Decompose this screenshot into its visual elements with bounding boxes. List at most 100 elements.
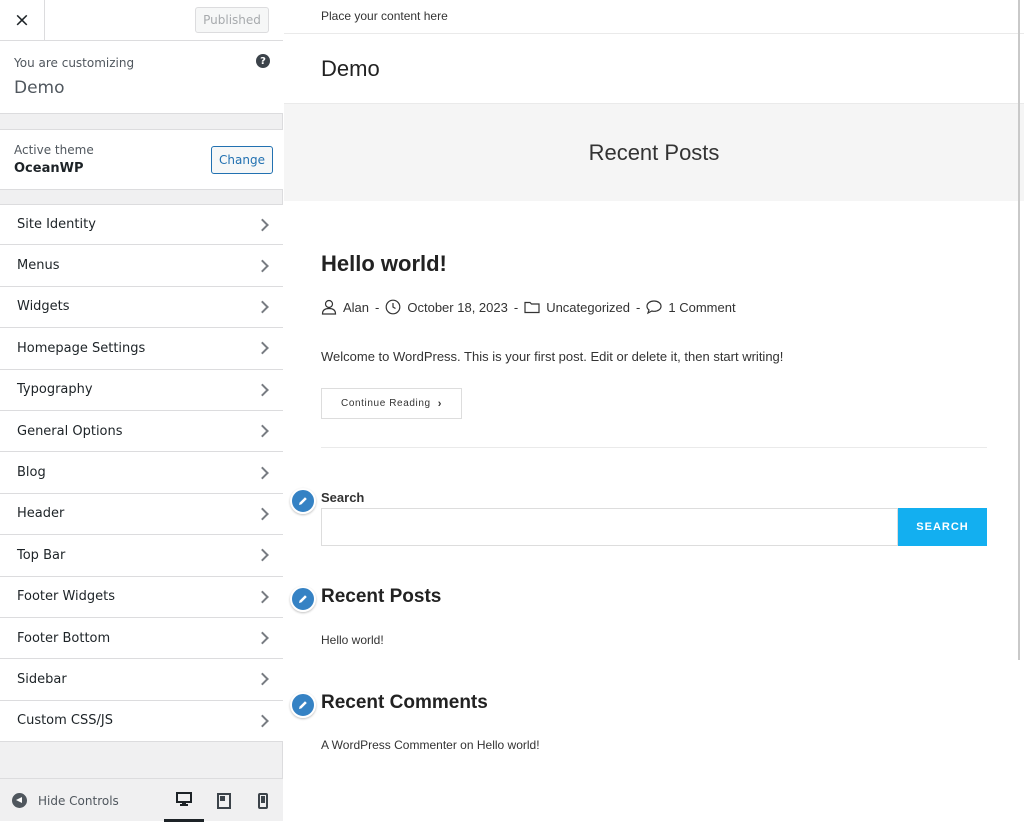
recent-comment-item: A WordPress Commenter on Hello world! bbox=[321, 738, 540, 752]
panel-label: Footer Widgets bbox=[17, 589, 116, 605]
panel-top-bar[interactable]: Top Bar bbox=[0, 535, 283, 577]
pencil-icon bbox=[299, 595, 307, 603]
panel-label: Header bbox=[17, 506, 65, 522]
customizer-sidebar: × Published You are customizing Demo ? A… bbox=[0, 0, 283, 822]
recent-comments-widget-title: Recent Comments bbox=[321, 692, 488, 713]
continue-reading-button[interactable]: Continue Reading › bbox=[321, 388, 462, 419]
edit-widget-search-shortcut[interactable] bbox=[290, 488, 316, 514]
tablet-icon bbox=[217, 792, 231, 809]
post-date: October 18, 2023 bbox=[407, 299, 508, 315]
panel-custom-css-js[interactable]: Custom CSS/JS bbox=[0, 700, 283, 743]
customizer-info: You are customizing Demo ? bbox=[0, 41, 283, 114]
edit-widget-recent-comments-shortcut[interactable] bbox=[290, 692, 316, 718]
recent-post-link[interactable]: Hello world! bbox=[321, 633, 384, 647]
panel-footer-bottom[interactable]: Footer Bottom bbox=[0, 617, 283, 660]
preview-desktop-button[interactable] bbox=[164, 779, 204, 822]
hide-controls-label: Hide Controls bbox=[38, 793, 119, 808]
content-divider bbox=[321, 447, 987, 448]
post-meta: Alan - October 18, 2023 - Uncategorized … bbox=[321, 299, 736, 315]
pencil-icon bbox=[299, 701, 307, 709]
edit-widget-recent-posts-shortcut[interactable] bbox=[290, 586, 316, 612]
chevron-right-icon bbox=[256, 714, 269, 728]
post-excerpt: Welcome to WordPress. This is your first… bbox=[321, 349, 784, 364]
close-button[interactable]: × bbox=[0, 0, 45, 40]
chevron-right-icon bbox=[256, 631, 269, 645]
active-theme-section: Active theme OceanWP Change bbox=[0, 129, 283, 190]
publish-button[interactable]: Published bbox=[195, 7, 269, 33]
panel-footer-widgets[interactable]: Footer Widgets bbox=[0, 576, 283, 618]
panel-blog[interactable]: Blog bbox=[0, 452, 283, 494]
chevron-right-icon bbox=[256, 507, 269, 521]
collapse-arrow-icon bbox=[12, 793, 27, 808]
customizing-label: You are customizing bbox=[14, 56, 135, 70]
chevron-right-icon bbox=[256, 218, 269, 232]
panel-widgets[interactable]: Widgets bbox=[0, 286, 283, 329]
user-icon bbox=[321, 299, 337, 315]
page-title: Recent Posts bbox=[588, 140, 720, 165]
panel-menus[interactable]: Menus bbox=[0, 245, 283, 287]
panel-label: Menus bbox=[17, 258, 60, 274]
comment-icon bbox=[646, 300, 662, 315]
site-name: Demo bbox=[14, 78, 65, 98]
theme-name: OceanWP bbox=[14, 161, 84, 176]
post-category-link[interactable]: Uncategorized bbox=[546, 300, 630, 315]
panel-label: Top Bar bbox=[17, 547, 66, 563]
comment-on-text: on bbox=[460, 738, 474, 752]
panel-label: Typography bbox=[17, 382, 93, 398]
page-title-bar: Recent Posts bbox=[284, 104, 1024, 201]
chevron-right-icon bbox=[256, 259, 269, 272]
pencil-icon bbox=[299, 497, 307, 505]
post-comments-link[interactable]: 1 Comment bbox=[668, 300, 735, 315]
preview-tablet-button[interactable] bbox=[204, 779, 244, 822]
clock-icon bbox=[385, 299, 401, 315]
panel-site-identity[interactable]: Site Identity bbox=[0, 204, 283, 246]
preview-header: Demo bbox=[284, 34, 1024, 104]
chevron-right-icon bbox=[256, 466, 269, 479]
panel-list: Site Identity Menus Widgets Homepage Set… bbox=[0, 204, 283, 743]
chevron-right-icon bbox=[256, 341, 269, 355]
preview-top-bar: Place your content here bbox=[284, 0, 1024, 34]
panel-label: Footer Bottom bbox=[17, 630, 111, 646]
panel-header[interactable]: Header bbox=[0, 493, 283, 536]
chevron-right-icon: › bbox=[437, 397, 442, 410]
chevron-right-icon bbox=[256, 424, 269, 438]
continue-reading-label: Continue Reading bbox=[341, 398, 431, 409]
meta-separator: - bbox=[513, 299, 519, 315]
search-widget-title: Search bbox=[321, 490, 365, 505]
chevron-right-icon bbox=[256, 383, 269, 397]
hide-controls-button[interactable]: Hide Controls bbox=[12, 793, 119, 808]
active-theme-label: Active theme bbox=[14, 143, 94, 157]
post-title-link[interactable]: Hello world! bbox=[321, 251, 447, 277]
panel-label: Site Identity bbox=[17, 217, 96, 233]
panel-label: General Options bbox=[17, 423, 123, 439]
panel-general-options[interactable]: General Options bbox=[0, 410, 283, 453]
chevron-right-icon bbox=[256, 548, 269, 562]
comment-author-link[interactable]: A WordPress Commenter bbox=[321, 738, 457, 752]
comment-post-link[interactable]: Hello world! bbox=[477, 738, 540, 752]
preview-mobile-button[interactable] bbox=[243, 779, 283, 822]
change-theme-button[interactable]: Change bbox=[211, 146, 273, 174]
post-author-link[interactable]: Alan bbox=[343, 300, 369, 315]
search-submit-button[interactable]: SEARCH bbox=[898, 508, 987, 546]
help-icon[interactable]: ? bbox=[256, 54, 270, 68]
preview-scrollbar[interactable] bbox=[1018, 0, 1020, 660]
site-title-link[interactable]: Demo bbox=[321, 56, 380, 82]
panel-sidebar[interactable]: Sidebar bbox=[0, 659, 283, 701]
panel-homepage-settings[interactable]: Homepage Settings bbox=[0, 328, 283, 370]
panel-label: Custom CSS/JS bbox=[17, 713, 113, 729]
panel-label: Widgets bbox=[17, 299, 70, 315]
meta-separator: - bbox=[375, 299, 380, 315]
chevron-right-icon bbox=[256, 300, 269, 314]
mobile-icon bbox=[258, 792, 268, 809]
meta-separator: - bbox=[636, 299, 641, 315]
desktop-icon bbox=[176, 792, 192, 806]
top-bar-text: Place your content here bbox=[321, 9, 448, 23]
search-input[interactable] bbox=[321, 508, 898, 546]
panel-typography[interactable]: Typography bbox=[0, 369, 283, 411]
panel-label: Sidebar bbox=[17, 671, 67, 687]
folder-icon bbox=[524, 301, 540, 314]
panel-label: Blog bbox=[17, 465, 46, 481]
panel-label: Homepage Settings bbox=[17, 340, 146, 356]
customizer-header: × Published bbox=[0, 0, 283, 41]
recent-posts-widget-title: Recent Posts bbox=[321, 586, 442, 607]
